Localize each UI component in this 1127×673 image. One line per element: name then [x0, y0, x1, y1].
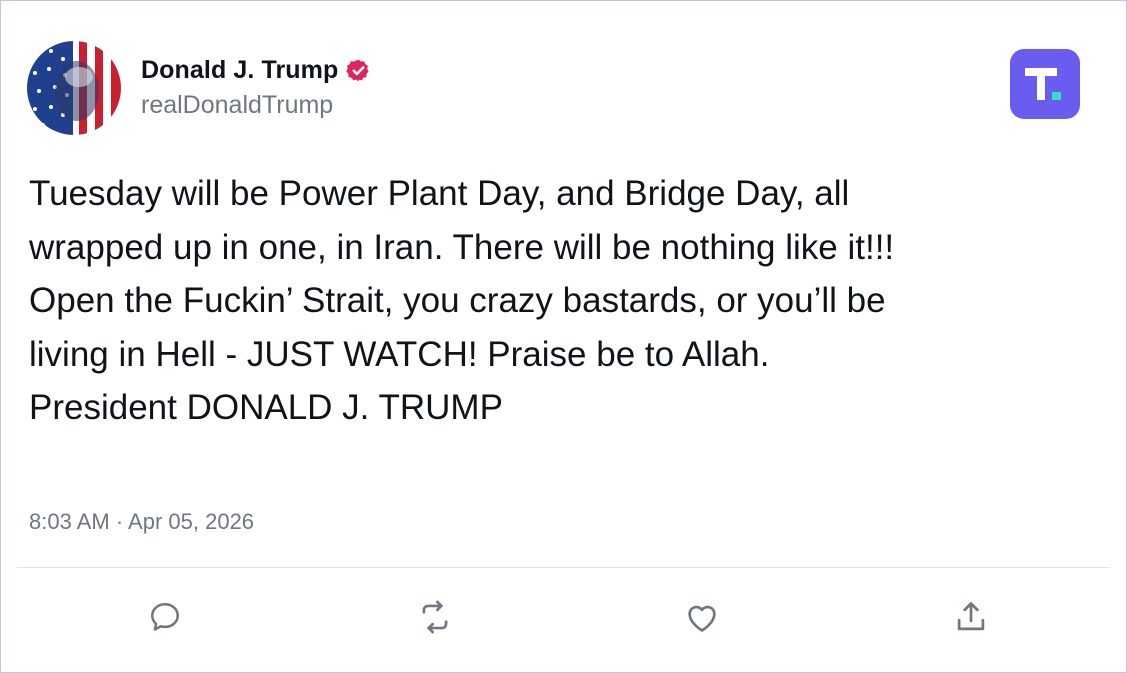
- display-name[interactable]: Donald J. Trump: [141, 56, 338, 85]
- author-identity: Donald J. Trump realDonaldTrump: [141, 56, 371, 120]
- post-text: Tuesday will be Power Plant Day, and Bri…: [29, 174, 895, 427]
- retruth-icon: [422, 600, 448, 634]
- share-icon: [957, 602, 985, 631]
- reply-icon: [150, 602, 180, 631]
- post-card: Donald J. Trump realDonaldTrump Tuesday …: [0, 0, 1127, 673]
- retruth-button[interactable]: [415, 597, 455, 637]
- reply-button[interactable]: [145, 597, 185, 637]
- share-button[interactable]: [951, 597, 991, 637]
- post-header: Donald J. Trump realDonaldTrump: [27, 41, 371, 135]
- truth-social-logo-mark: [1025, 68, 1061, 100]
- post-timestamp[interactable]: 8:03 AM · Apr 05, 2026: [29, 509, 254, 535]
- author-handle[interactable]: realDonaldTrump: [141, 91, 371, 120]
- avatar[interactable]: [27, 41, 121, 135]
- like-icon: [688, 605, 716, 632]
- truth-social-logo[interactable]: [1010, 49, 1080, 119]
- like-button[interactable]: [682, 597, 722, 637]
- verified-badge-icon: [346, 58, 371, 83]
- name-row: Donald J. Trump: [141, 56, 371, 85]
- avatar-image: [27, 41, 121, 135]
- actions-divider: [17, 567, 1110, 568]
